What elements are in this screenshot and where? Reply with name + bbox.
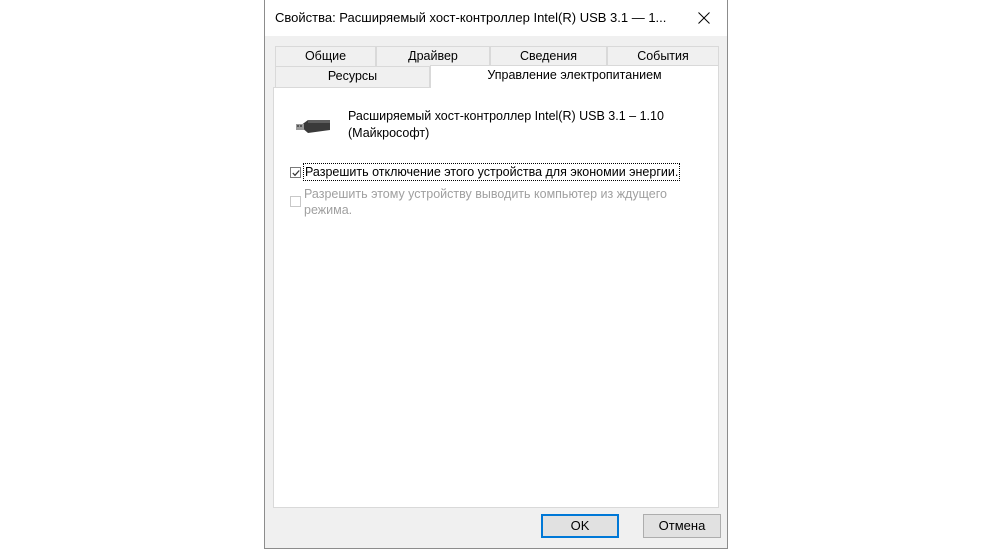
power-management-panel: Расширяемый хост-контроллер Intel(R) USB… — [273, 87, 719, 508]
tab-power-management[interactable]: Управление электропитанием — [430, 65, 719, 88]
allow-wake-label: Разрешить этому устройству выводить комп… — [304, 187, 667, 217]
title-bar: Свойства: Расширяемый хост-контроллер In… — [265, 0, 727, 36]
close-button[interactable] — [681, 0, 727, 36]
properties-dialog: Свойства: Расширяемый хост-контроллер In… — [264, 0, 728, 549]
cancel-button[interactable]: Отмена — [643, 514, 721, 538]
allow-turn-off-label[interactable]: Разрешить отключение этого устройства дл… — [302, 163, 681, 181]
ok-button[interactable]: OK — [541, 514, 619, 538]
allow-wake-checkbox — [290, 196, 301, 207]
tab-details[interactable]: Сведения — [490, 46, 607, 66]
close-icon — [698, 12, 710, 24]
tab-resources[interactable]: Ресурсы — [275, 66, 430, 87]
tab-events[interactable]: События — [607, 46, 719, 66]
window-title: Свойства: Расширяемый хост-контроллер In… — [275, 10, 667, 25]
device-name: Расширяемый хост-контроллер Intel(R) USB… — [348, 109, 664, 140]
tab-general[interactable]: Общие — [275, 46, 376, 66]
checkmark-icon — [292, 170, 300, 177]
tab-driver[interactable]: Драйвер — [376, 46, 490, 66]
usb-plug-icon — [296, 120, 330, 133]
allow-turn-off-checkbox[interactable] — [290, 167, 301, 178]
